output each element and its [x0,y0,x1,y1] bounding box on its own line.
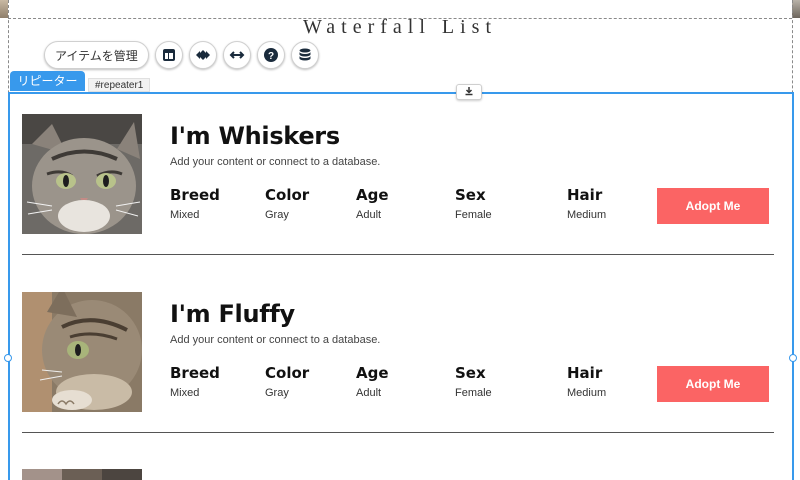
design-icon [195,47,211,63]
attribute-value: Adult [356,387,382,399]
attribute-sex: Sex Female [455,364,492,399]
attribute-key: Sex [455,364,486,382]
attribute-key: Breed [170,186,220,204]
cat-photo[interactable] [22,292,142,412]
manage-items-button[interactable]: アイテムを管理 [44,41,149,69]
stretch-icon [229,47,245,63]
attribute-value: Female [455,209,492,221]
cat-photo[interactable] [22,468,142,480]
attribute-value: Medium [567,387,607,399]
attribute-key: Hair [567,186,603,204]
svg-text:?: ? [268,51,274,62]
attribute-value: Medium [567,209,607,221]
cat-name[interactable]: I'm Whiskers [170,122,340,150]
cat-description[interactable]: Add your content or connect to a databas… [170,334,380,346]
resize-handle-right[interactable] [789,354,797,362]
attribute-key: Color [265,186,310,204]
attribute-hair: Hair Medium [567,364,606,399]
repeater-toolbar: アイテムを管理 ? [44,41,319,69]
attribute-breed: Breed Mixed [170,364,220,399]
connect-data-button[interactable] [290,41,319,69]
adopt-me-button[interactable]: Adopt Me [657,366,769,402]
repeater-label-tab[interactable]: リピーター [10,71,85,91]
layout-icon [161,47,177,63]
attribute-value: Gray [265,387,289,399]
attribute-key: Age [356,364,389,382]
cat-photo[interactable] [22,114,142,234]
attribute-key: Sex [455,186,486,204]
attribute-age: Age Adult [356,186,389,221]
item-divider [22,254,774,255]
attribute-value: Adult [356,209,382,221]
cat-description[interactable]: Add your content or connect to a databas… [170,156,380,168]
repeater-item[interactable]: I'm Fluffy Add your content or connect t… [22,292,774,454]
download-arrow-icon [464,83,474,101]
repeater-id-tag: #repeater1 [88,78,151,92]
adopt-me-button[interactable]: Adopt Me [657,188,769,224]
attribute-hair: Hair Medium [567,186,606,221]
help-icon: ? [263,47,279,63]
stretch-button[interactable] [222,41,251,69]
help-button[interactable]: ? [256,41,285,69]
attribute-sex: Sex Female [455,186,492,221]
attribute-value: Gray [265,209,289,221]
item-divider [22,432,774,433]
design-button[interactable] [188,41,217,69]
database-icon [297,47,313,63]
resize-handle-left[interactable] [4,354,12,362]
attribute-key: Breed [170,364,220,382]
attribute-key: Age [356,186,389,204]
repeater-item[interactable]: I'm Whiskers Add your content or connect… [22,114,774,276]
attribute-breed: Breed Mixed [170,186,220,221]
attribute-value: Female [455,387,492,399]
attribute-value: Mixed [170,209,200,221]
attribute-key: Color [265,364,310,382]
attribute-value: Mixed [170,387,200,399]
cat-name[interactable]: I'm Fluffy [170,300,295,328]
page-title[interactable]: Waterfall List [0,16,800,39]
layout-button[interactable] [154,41,183,69]
repeater-drag-handle[interactable] [456,84,482,100]
attribute-color: Color Gray [265,364,309,399]
attribute-key: Hair [567,364,603,382]
attribute-color: Color Gray [265,186,309,221]
attribute-age: Age Adult [356,364,389,399]
